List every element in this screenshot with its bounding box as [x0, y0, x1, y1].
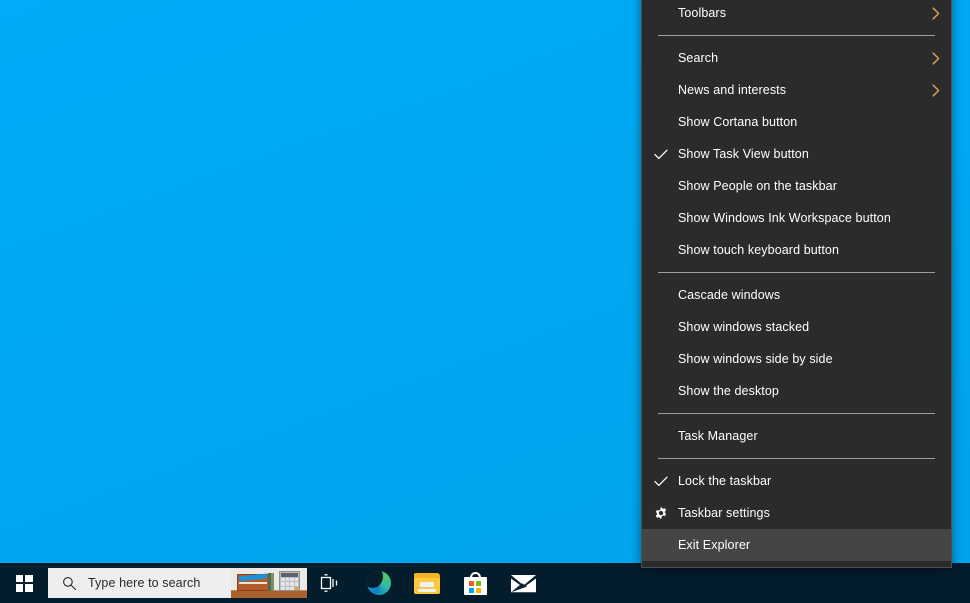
menu-glyph-empty	[644, 0, 678, 29]
menu-item-exit-explorer[interactable]: Exit Explorer	[642, 529, 951, 561]
menu-glyph-empty	[644, 42, 678, 74]
menu-separator	[658, 272, 935, 273]
menu-separator	[658, 35, 935, 36]
menu-item-label: Show Task View button	[678, 147, 921, 161]
search-placeholder: Type here to search	[88, 576, 200, 590]
menu-glyph-empty	[644, 311, 678, 343]
menu-glyph-empty	[644, 529, 678, 561]
task-view-button[interactable]	[307, 563, 355, 603]
search-thumbnail-image[interactable]	[231, 568, 307, 598]
menu-item-show-task-view-button[interactable]: Show Task View button	[642, 138, 951, 170]
menu-item-task-manager[interactable]: Task Manager	[642, 420, 951, 452]
menu-item-label: Toolbars	[678, 6, 921, 20]
search-input[interactable]: Type here to search	[48, 568, 307, 598]
screen: Type here to search	[0, 0, 970, 603]
windows-logo-icon	[16, 575, 33, 592]
task-view-icon	[320, 574, 342, 592]
file-explorer-button[interactable]	[403, 563, 451, 603]
menu-item-show-touch-keyboard-button[interactable]: Show touch keyboard button	[642, 234, 951, 266]
menu-item-toolbars[interactable]: Toolbars	[642, 0, 951, 29]
menu-glyph-empty	[644, 106, 678, 138]
microsoft-store-button[interactable]	[451, 563, 499, 603]
menu-item-label: Taskbar settings	[678, 506, 921, 520]
mail-button[interactable]	[499, 563, 547, 603]
folder-icon	[414, 573, 440, 594]
menu-glyph-empty	[644, 234, 678, 266]
menu-glyph-empty	[644, 170, 678, 202]
menu-item-label: Show the desktop	[678, 384, 921, 398]
menu-item-label: Lock the taskbar	[678, 474, 921, 488]
menu-glyph-empty	[644, 74, 678, 106]
menu-item-label: Show touch keyboard button	[678, 243, 921, 257]
menu-item-show-windows-stacked[interactable]: Show windows stacked	[642, 311, 951, 343]
menu-item-taskbar-settings[interactable]: Taskbar settings	[642, 497, 951, 529]
chevron-right-icon	[921, 52, 951, 65]
search-icon	[62, 576, 77, 591]
menu-item-label: News and interests	[678, 83, 921, 97]
menu-item-label: Show windows side by side	[678, 352, 921, 366]
menu-item-news-and-interests[interactable]: News and interests	[642, 74, 951, 106]
menu-item-label: Show People on the taskbar	[678, 179, 921, 193]
check-icon	[644, 465, 678, 497]
menu-item-lock-the-taskbar[interactable]: Lock the taskbar	[642, 465, 951, 497]
menu-separator	[658, 413, 935, 414]
taskbar-icons	[307, 563, 547, 603]
menu-item-label: Show Windows Ink Workspace button	[678, 211, 921, 225]
chevron-right-icon	[921, 7, 951, 20]
menu-item-label: Show windows stacked	[678, 320, 921, 334]
menu-glyph-empty	[644, 343, 678, 375]
chevron-right-icon	[921, 84, 951, 97]
menu-item-show-cortana-button[interactable]: Show Cortana button	[642, 106, 951, 138]
taskbar-context-menu: Toolbars Search News and interests Show Cor…	[641, 0, 952, 568]
menu-separator	[658, 458, 935, 459]
menu-glyph-empty	[644, 202, 678, 234]
menu-item-show-windows-side-by-side[interactable]: Show windows side by side	[642, 343, 951, 375]
menu-item-label: Task Manager	[678, 429, 921, 443]
mail-icon	[510, 574, 537, 593]
store-icon	[464, 572, 487, 595]
edge-button[interactable]	[355, 563, 403, 603]
start-button[interactable]	[0, 563, 48, 603]
edge-icon	[367, 571, 391, 595]
menu-item-label: Search	[678, 51, 921, 65]
menu-item-show-the-desktop[interactable]: Show the desktop	[642, 375, 951, 407]
menu-item-show-people-on-the-taskbar[interactable]: Show People on the taskbar	[642, 170, 951, 202]
gear-icon	[644, 497, 678, 529]
taskbar: Type here to search	[0, 563, 970, 603]
menu-item-cascade-windows[interactable]: Cascade windows	[642, 279, 951, 311]
menu-glyph-empty	[644, 375, 678, 407]
menu-glyph-empty	[644, 279, 678, 311]
menu-item-show-windows-ink-workspace-button[interactable]: Show Windows Ink Workspace button	[642, 202, 951, 234]
menu-item-search[interactable]: Search	[642, 42, 951, 74]
check-icon	[644, 138, 678, 170]
menu-item-label: Cascade windows	[678, 288, 921, 302]
menu-item-label: Exit Explorer	[678, 538, 921, 552]
menu-item-label: Show Cortana button	[678, 115, 921, 129]
menu-glyph-empty	[644, 420, 678, 452]
